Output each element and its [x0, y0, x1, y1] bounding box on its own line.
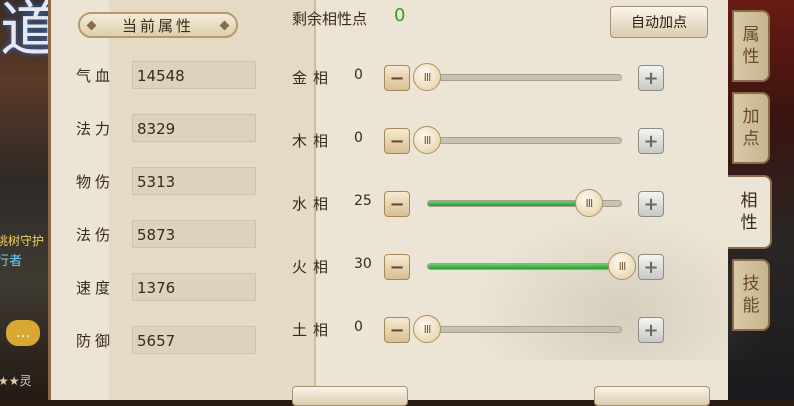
stat-value: 1376 — [132, 273, 256, 301]
affinity-value: 0 — [354, 319, 363, 335]
affinity-value: 30 — [354, 256, 372, 272]
tab-label-char: 点 — [742, 129, 760, 149]
stat-value: 5873 — [132, 220, 256, 248]
bottom-left-button[interactable] — [292, 386, 408, 406]
tab-label-char: 相 — [740, 191, 758, 211]
decrease-button[interactable]: − — [384, 191, 410, 217]
slider-thumb-icon[interactable]: III — [413, 126, 441, 154]
slider-thumb-icon[interactable]: III — [574, 189, 603, 217]
affinity-label: 木相 — [292, 132, 335, 150]
increase-button[interactable]: + — [638, 317, 664, 343]
affinity-slider-track[interactable] — [427, 74, 622, 81]
npc-name-label: 桃树守护 — [0, 234, 45, 248]
affinity-row: 木相 0 − III + — [292, 125, 672, 155]
affinity-slider-fill — [428, 201, 589, 206]
increase-button[interactable]: + — [638, 191, 664, 217]
bottom-status-text: ★★灵 — [0, 374, 32, 388]
tab-2[interactable]: 相性 — [728, 175, 772, 249]
affinity-value: 0 — [354, 130, 363, 146]
affinity-label: 土相 — [292, 321, 335, 339]
stat-label: 法力 — [76, 119, 115, 138]
stat-value: 5313 — [132, 167, 256, 195]
stat-value: 14548 — [132, 61, 256, 89]
affinity-row: 土相 0 − III + — [292, 314, 672, 344]
decrease-button[interactable]: − — [384, 128, 410, 154]
tab-label-char: 加 — [742, 107, 760, 127]
tab-label-char: 性 — [742, 47, 760, 67]
stat-label: 法伤 — [76, 225, 115, 244]
affinity-slider-track[interactable] — [427, 137, 622, 144]
decrease-button[interactable]: − — [384, 317, 410, 343]
stat-row: 气血 14548 — [76, 61, 256, 89]
npc-title-label: 行者 — [0, 254, 23, 269]
banner-ornament-icon — [86, 20, 97, 31]
tab-label-char: 能 — [742, 296, 760, 316]
tab-3[interactable]: 技能 — [732, 259, 770, 331]
stat-row: 法伤 5873 — [76, 220, 256, 248]
increase-button[interactable]: + — [638, 128, 664, 154]
stat-row: 速度 1376 — [76, 273, 256, 301]
chat-bubble-icon[interactable]: … — [6, 320, 40, 346]
decrease-button[interactable]: − — [384, 65, 410, 91]
remaining-points-label: 剩余相性点 — [292, 10, 368, 28]
stat-label: 速度 — [76, 278, 115, 297]
affinity-label: 金相 — [292, 69, 335, 87]
decrease-button[interactable]: − — [384, 254, 410, 280]
increase-button[interactable]: + — [638, 254, 664, 280]
bottom-right-button[interactable] — [594, 386, 710, 406]
remaining-points-value: 0 — [394, 5, 406, 26]
slider-thumb-icon[interactable]: III — [413, 63, 441, 91]
affinity-value: 0 — [354, 67, 363, 83]
stat-label: 防御 — [76, 331, 115, 350]
tab-label-char: 技 — [742, 274, 760, 294]
affinity-slider-fill — [428, 264, 621, 269]
current-attributes-title: 当前属性 — [78, 12, 238, 38]
stat-value: 8329 — [132, 114, 256, 142]
affinity-label: 火相 — [292, 258, 335, 276]
affinity-value: 25 — [354, 193, 372, 209]
affinity-slider-track[interactable] — [427, 326, 622, 333]
affinity-label: 水相 — [292, 195, 335, 213]
stat-label: 气血 — [76, 66, 115, 85]
affinity-row: 水相 25− III + — [292, 188, 672, 218]
stat-value: 5657 — [132, 326, 256, 354]
stat-row: 物伤 5313 — [76, 167, 256, 195]
stat-row: 法力 8329 — [76, 114, 256, 142]
auto-allocate-button[interactable]: 自动加点 — [610, 6, 708, 38]
banner-ornament-icon — [219, 20, 230, 31]
affinity-slider-track[interactable] — [427, 263, 622, 270]
stat-row: 防御 5657 — [76, 326, 256, 354]
increase-button[interactable]: + — [638, 65, 664, 91]
slider-thumb-icon[interactable]: III — [608, 252, 636, 280]
affinity-row: 金相 0 − III + — [292, 62, 672, 92]
slider-thumb-icon[interactable]: III — [413, 315, 441, 343]
tab-0[interactable]: 属性 — [732, 10, 770, 82]
tab-label-char: 性 — [740, 213, 758, 233]
tab-label-char: 属 — [742, 25, 760, 45]
tab-1[interactable]: 加点 — [732, 92, 770, 164]
affinity-row: 火相 30− III + — [292, 251, 672, 281]
stat-label: 物伤 — [76, 172, 115, 191]
